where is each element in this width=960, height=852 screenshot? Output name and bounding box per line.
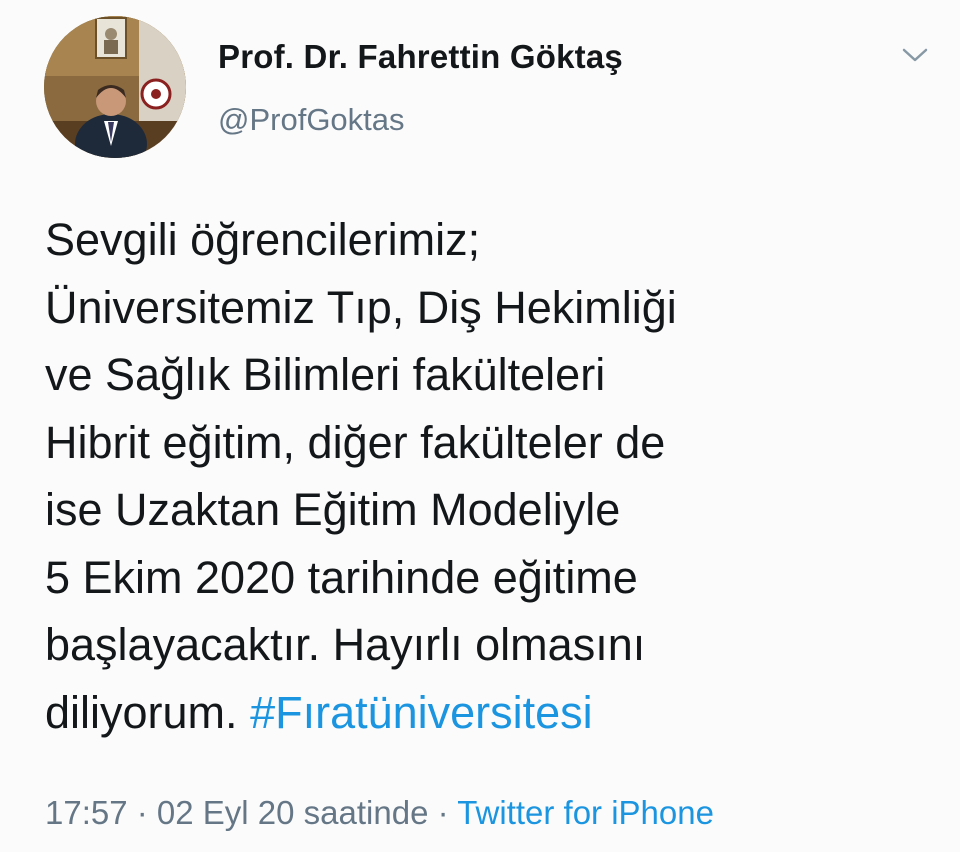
meta-separator: · [428,794,458,831]
tweet-meta: 17:57 · 02 Eyl 20 saatinde · Twitter for… [45,794,714,832]
tweet-date[interactable]: 02 Eyl 20 saatinde [157,794,429,831]
tweet-text-line: ve Sağlık Bilimleri fakülteleri [45,349,606,400]
tweet-text-last-line: diliyorum. #Fıratüniversitesi [45,679,925,747]
tweet-card: Prof. Dr. Fahrettin Göktaş @ProfGoktas S… [0,0,960,852]
avatar-photo-icon [44,16,186,158]
tweet-text-line: ise Uzaktan Eğitim Modeliyle [45,484,621,535]
author-handle[interactable]: @ProfGoktas [218,102,405,138]
tweet-source-link[interactable]: Twitter for iPhone [457,794,714,831]
chevron-down-icon[interactable] [900,44,930,66]
tweet-text-line: Üniversitemiz Tıp, Diş Hekimliği [45,281,677,333]
tweet-text: Sevgili öğrencilerimiz; Üniversitemiz Tı… [45,206,925,746]
tweet-text-line: diliyorum. [45,686,238,738]
tweet-text-line: 5 Ekim 2020 tarihinde eğitime [45,551,638,603]
tweet-text-line: başlayacaktır. Hayırlı olmasını [45,619,646,670]
tweet-text-line: Hibrit eğitim, diğer fakülteler de [45,416,666,468]
tweet-text-line: Sevgili öğrencilerimiz; [45,214,481,265]
author-display-name[interactable]: Prof. Dr. Fahrettin Göktaş [218,38,623,76]
hashtag-link[interactable]: #Fıratüniversitesi [250,687,593,738]
meta-separator: · [127,794,157,831]
tweet-time[interactable]: 17:57 [45,794,128,831]
avatar[interactable] [44,16,186,158]
